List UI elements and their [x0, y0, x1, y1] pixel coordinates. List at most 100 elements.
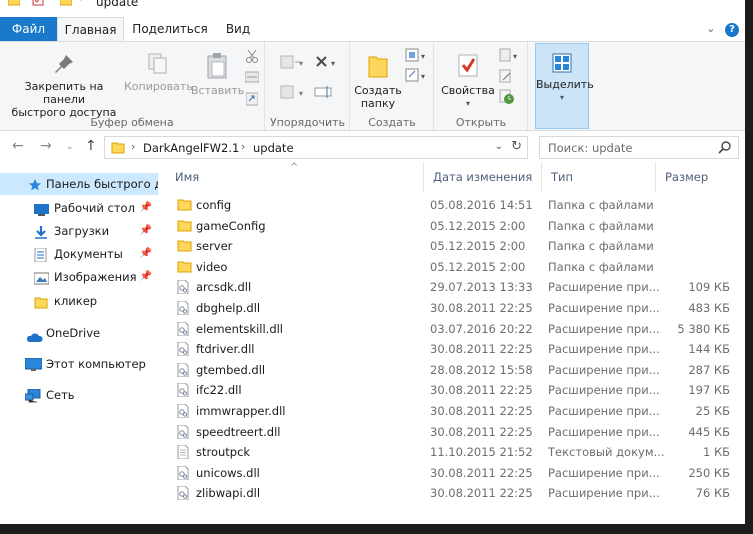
nav-this-pc[interactable]: Этот компьютер	[0, 353, 158, 375]
table-row[interactable]: elementskill.dll 03.07.2016 20:22 Расширен…	[166, 319, 745, 340]
file-name: stroutpck	[196, 445, 251, 460]
delete-icon[interactable]: ▾	[314, 54, 340, 73]
breadcrumb-separator[interactable]: ›	[131, 140, 135, 153]
file-name: speedtreert.dll	[196, 424, 281, 439]
table-row[interactable]: immwrapper.dll 30.08.2011 22:25 Расширение…	[166, 401, 745, 422]
move-to-icon[interactable]: ▾	[280, 54, 306, 73]
nav-onedrive[interactable]: OneDrive	[0, 322, 158, 344]
table-row[interactable]: video 05.12.2015 2:00 Папка с файлами	[166, 257, 745, 278]
table-row[interactable]: speedtreert.dll 30.08.2011 22:25 Расширени…	[166, 422, 745, 443]
pin-icon[interactable]: 📌	[140, 266, 152, 288]
select-chevron-icon: ▾	[559, 93, 564, 102]
chevron-down-icon[interactable]: ▾	[79, 0, 91, 6]
navigation-pane: Панель быстрого доступа Рабочий стол 📌 З…	[0, 162, 158, 524]
back-arrow-icon[interactable]: ←	[12, 138, 24, 154]
edit-icon[interactable]	[499, 69, 513, 86]
tab-view[interactable]: Вид	[218, 17, 258, 41]
table-row[interactable]: unicows.dll 30.08.2011 22:25 Расширение пр…	[166, 463, 745, 484]
nav-item-pictures[interactable]: Изображения 📌	[0, 266, 158, 288]
copy-path-icon[interactable]	[244, 71, 260, 86]
copy-to-icon[interactable]: ▾	[280, 84, 306, 103]
file-date: 30.08.2011 22:25	[430, 404, 533, 418]
table-row[interactable]: dbghelp.dll 30.08.2011 22:25 Расширение пр…	[166, 298, 745, 319]
table-row[interactable]: zlibwapi.dll 30.08.2011 22:25 Расширение п…	[166, 483, 745, 504]
copy-button[interactable]: Копировать	[124, 52, 193, 93]
nav-item-label: Рабочий стол	[54, 201, 135, 215]
table-row[interactable]: arcsdk.dll 29.07.2013 13:33 Расширение при…	[166, 277, 745, 298]
pin-icon[interactable]: 📌	[140, 197, 152, 219]
new-folder-button[interactable]: Создать папку	[353, 52, 403, 110]
pin-icon[interactable]: 📌	[140, 243, 152, 265]
tab-file[interactable]: Файл	[0, 17, 57, 41]
new-folder-label-1: Создать	[354, 84, 402, 97]
svg-text:▾: ▾	[421, 72, 425, 81]
table-row[interactable]: ifc22.dll 30.08.2011 22:25 Расширение при.…	[166, 380, 745, 401]
desktop-icon	[34, 201, 49, 219]
table-row[interactable]: server 05.12.2015 2:00 Папка с файлами	[166, 236, 745, 257]
table-row[interactable]: stroutpck 11.10.2015 21:52 Текстовый докум…	[166, 442, 745, 463]
tab-share[interactable]: Поделиться	[131, 17, 209, 41]
properties-quick-icon[interactable]	[32, 0, 44, 6]
window-title: update	[96, 0, 139, 9]
pictures-icon	[33, 270, 50, 288]
file-date: 28.08.2012 15:58	[430, 362, 533, 377]
column-header-date[interactable]: Дата изменения	[424, 162, 542, 192]
paste-shortcut-icon[interactable]	[245, 92, 259, 109]
file-date: 30.08.2011 22:25	[430, 383, 533, 398]
organize-group: ▾ ▾ ▾ Упорядочить	[266, 42, 350, 132]
table-row[interactable]: gameConfig 05.12.2015 2:00 Папка с файлами	[166, 216, 745, 237]
breadcrumb-item[interactable]: DarkAngelFW2.1	[143, 141, 239, 155]
pin-quick-access-button[interactable]: Закрепить на панели быстрого доступа	[4, 52, 124, 119]
paste-button[interactable]: Вставить	[191, 52, 244, 97]
table-row[interactable]: gtembed.dll 28.08.2012 15:58 Расширение пр…	[166, 360, 745, 381]
folder-icon[interactable]	[7, 0, 21, 6]
nav-item-clicker[interactable]: кликер	[0, 290, 158, 312]
table-row[interactable]: config 05.08.2016 14:51 Папка с файлами	[166, 195, 745, 216]
file-date: 05.12.2015 2:00	[430, 239, 526, 254]
cut-icon[interactable]	[245, 49, 259, 66]
file-name: immwrapper.dll	[196, 404, 286, 418]
column-header-name[interactable]: Имя	[166, 162, 424, 192]
breadcrumb-separator[interactable]: ›	[241, 140, 245, 153]
dll-file-icon	[177, 382, 189, 400]
new-item-icon[interactable]: ▾	[405, 47, 429, 66]
file-size: 109 КБ	[688, 280, 730, 295]
search-box[interactable]: Поиск: update	[539, 136, 739, 159]
open-group: Свойства ▾ ▾ Открыть	[435, 42, 528, 132]
history-icon[interactable]	[499, 89, 515, 108]
folder-icon	[177, 239, 192, 255]
easy-access-icon[interactable]: ▾	[405, 67, 429, 86]
up-arrow-icon[interactable]: ↑	[85, 138, 97, 154]
forward-arrow-icon[interactable]: →	[40, 138, 52, 154]
column-header-size[interactable]: Размер	[656, 162, 745, 192]
nav-onedrive-label: OneDrive	[46, 326, 101, 340]
column-header-type[interactable]: Тип	[542, 162, 656, 192]
properties-button[interactable]: Свойства ▾	[439, 52, 497, 110]
file-date: 30.08.2011 22:25	[430, 424, 533, 439]
select-button[interactable]: Выделить ▾	[535, 43, 594, 129]
recent-locations-chevron-icon[interactable]: ⌄	[66, 142, 74, 152]
nav-item-desktop[interactable]: Рабочий стол 📌	[0, 197, 158, 219]
address-bar[interactable]: › DarkAngelFW2.1 › update ⌄ ↻	[104, 136, 528, 159]
new-folder-quick-icon[interactable]	[59, 0, 73, 6]
nav-quick-access[interactable]: Панель быстрого доступа	[0, 173, 158, 195]
pin-icon[interactable]: 📌	[140, 220, 152, 242]
select-grid-icon	[552, 53, 572, 73]
properties-icon	[458, 54, 478, 77]
file-type: Расширение при...	[548, 465, 660, 480]
ribbon-controls: ⌄ ?	[706, 22, 739, 37]
address-dropdown-icon[interactable]: ⌄	[495, 141, 503, 152]
rename-icon[interactable]	[314, 84, 334, 103]
nav-item-documents[interactable]: Документы 📌	[0, 243, 158, 265]
nav-item-downloads[interactable]: Загрузки 📌	[0, 220, 158, 242]
chevron-down-icon[interactable]: ⌄	[706, 22, 715, 35]
open-icon[interactable]: ▾	[499, 47, 523, 66]
tab-home[interactable]: Главная	[57, 17, 124, 41]
ribbon: Закрепить на панели быстрого доступа Коп…	[0, 41, 745, 132]
search-icon[interactable]	[718, 140, 732, 157]
help-icon[interactable]: ?	[725, 23, 739, 37]
breadcrumb-item[interactable]: update	[253, 141, 294, 155]
table-row[interactable]: ftdriver.dll 30.08.2011 22:25 Расширение п…	[166, 339, 745, 360]
nav-network[interactable]: Сеть	[0, 384, 158, 406]
refresh-icon[interactable]: ↻	[511, 139, 522, 154]
